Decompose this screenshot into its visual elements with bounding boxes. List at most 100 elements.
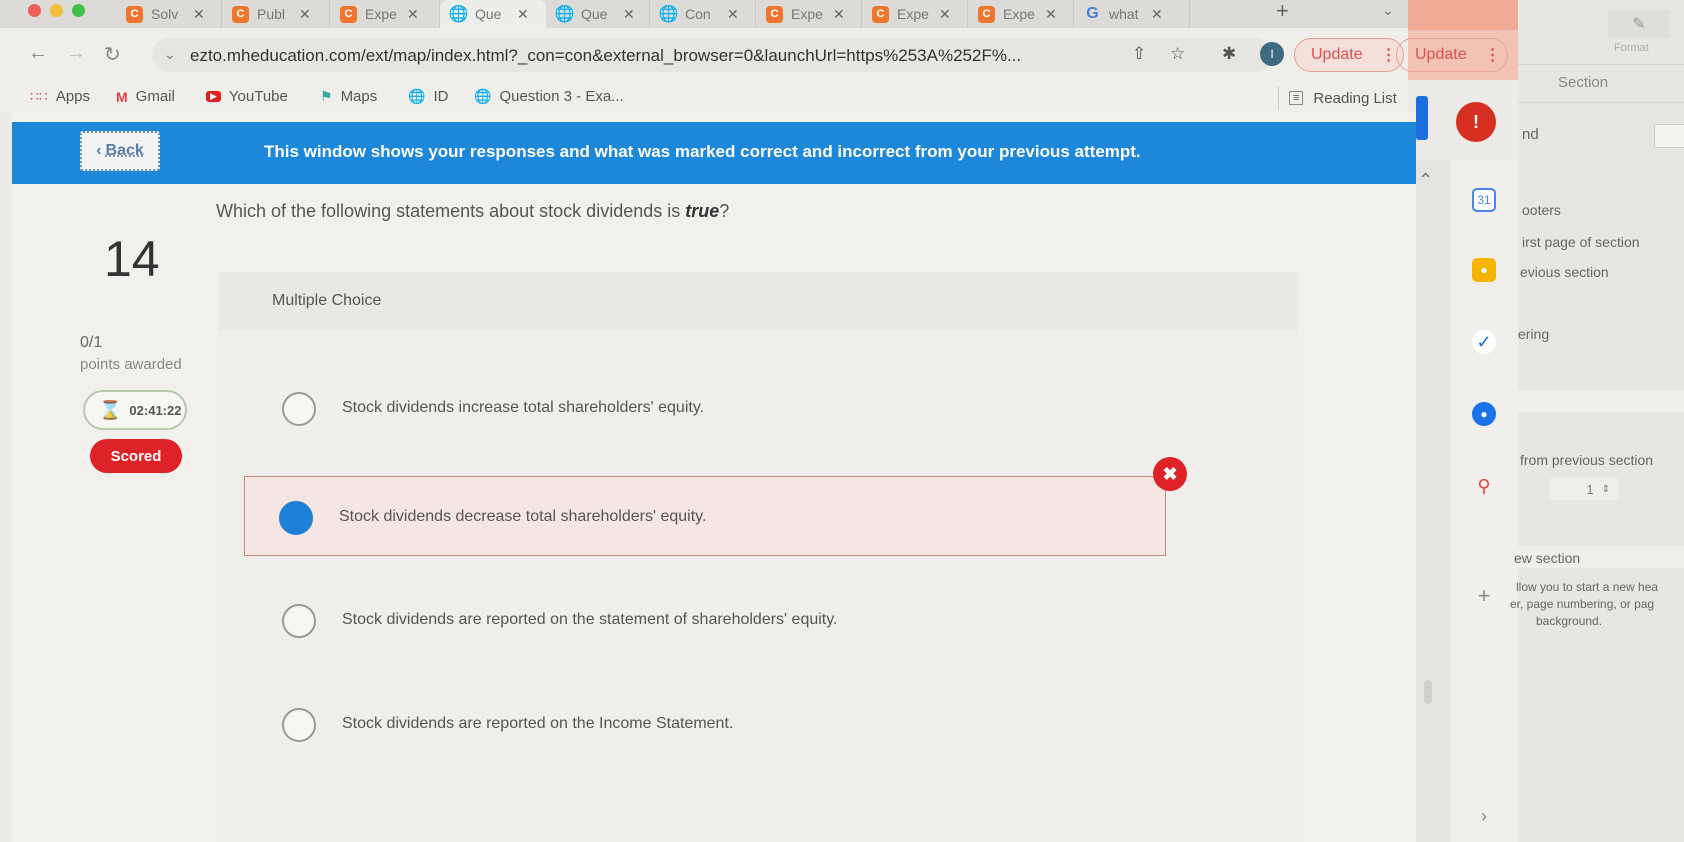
incorrect-x-icon: ✖ [1153,457,1187,491]
extensions-puzzle-icon[interactable]: ✱ [1222,44,1236,64]
bookmark-question-3[interactable]: 🌐 Question 3 - Exa... [474,88,624,105]
tab-bar: C Solv ✕ C Publ ✕ C Expe ✕ 🌐 Que ✕ 🌐 Que ✕ 🌐 Con ✕ C Expe ✕ C… [0,0,1408,28]
radio-button-selected[interactable] [279,501,313,535]
tab-title: Expe [897,6,929,22]
bookmarks-bar: ∷∷ Apps M Gmail ▶ YouTube ⚑ Maps 🌐 ID 🌐 Questi… [0,86,1408,112]
quiz-page: ‹ Back This window shows your responses … [12,112,1416,842]
site-info-chevron-icon[interactable]: ⌄ [164,46,176,63]
browser-tab[interactable]: 🌐 Con ✕ [650,0,756,28]
keep-icon[interactable]: ● [1472,258,1496,282]
browser-tab[interactable]: 🌐 Que ✕ [546,0,650,28]
chevron-right-icon[interactable]: › [1472,804,1496,828]
choice-text: Stock dividends are reported on the Inco… [342,715,734,732]
close-tab-icon[interactable]: ✕ [939,6,951,23]
bookmark-gmail[interactable]: M Gmail [116,88,175,105]
format-brush-icon[interactable]: ✎ [1608,10,1670,38]
maps-pin-icon[interactable]: ⚲ [1472,474,1496,498]
choice-text: Stock dividends increase total sharehold… [342,399,705,416]
tab-title: Que [581,6,608,22]
background-window-tabbar [1408,0,1524,30]
tab-title: Solv [151,6,179,22]
new-tab-button[interactable]: + [1276,0,1289,22]
share-icon[interactable]: ⇧ [1132,44,1146,64]
banner-message: This window shows your responses and wha… [264,142,1141,161]
bookmark-id[interactable]: 🌐 ID [408,88,448,105]
color-swatch[interactable] [1654,124,1684,148]
browser-tab[interactable]: C Solv ✕ [116,0,222,28]
browser-tab[interactable]: C Expe ✕ [862,0,968,28]
back-arrow-icon[interactable]: ← [28,42,48,65]
gmail-icon: M [116,88,128,105]
more-menu-icon: ⋮ [1484,47,1501,64]
background-blue-element [1416,96,1428,140]
points-label: points awarded [80,356,182,373]
maximize-window-button[interactable] [72,4,85,17]
contacts-icon[interactable]: ● [1472,402,1496,426]
browser-tab[interactable]: C Publ ✕ [222,0,330,28]
apps-grid-icon: ∷∷ [30,88,48,104]
page-scrollbar-track[interactable] [1416,160,1450,842]
chegg-icon: C [978,5,995,23]
tasks-icon[interactable]: ✓ [1472,330,1496,354]
reload-icon[interactable]: ↻ [104,42,121,67]
chegg-icon: C [766,5,783,23]
globe-icon: 🌐 [448,6,469,23]
url-text[interactable]: ezto.mheducation.com/ext/map/index.html?… [190,46,1021,66]
close-tab-icon[interactable]: ✕ [1045,6,1057,23]
close-window-button[interactable] [28,4,41,17]
scrollbar-thumb[interactable] [1424,680,1432,704]
chegg-icon: C [340,5,357,23]
section-tab[interactable]: Section [1558,74,1608,91]
start-number-stepper[interactable]: 1 ⇕ [1550,478,1618,500]
bookmark-maps[interactable]: ⚑ Maps [320,88,377,105]
question-number: 14 [104,231,160,287]
reading-list-button[interactable]: ≡ Reading List [1278,86,1397,110]
minimize-window-button[interactable] [50,4,63,17]
alert-icon[interactable]: ! [1456,102,1496,142]
choice-option-3[interactable]: Stock dividends are reported on the stat… [248,580,1238,660]
browser-tab[interactable]: C Expe ✕ [756,0,862,28]
close-tab-icon[interactable]: ✕ [193,6,205,23]
question-type-label: Multiple Choice [272,292,382,309]
stepper-arrows-icon[interactable]: ⇕ [1602,484,1610,495]
choice-option-2-incorrect[interactable]: Stock dividends decrease total sharehold… [244,476,1166,556]
multiple-choice-panel: Multiple Choice Stock dividends increase… [218,272,1298,842]
update-button[interactable]: Update ⋮ [1294,38,1404,72]
close-tab-icon[interactable]: ✕ [727,6,739,23]
tab-title: Que [475,6,502,22]
more-menu-icon: ⋮ [1380,47,1397,64]
close-tab-icon[interactable]: ✕ [299,6,311,23]
back-button[interactable]: ‹ Back [80,131,160,171]
radio-button[interactable] [282,604,316,638]
tab-search-chevron-icon[interactable]: ⌄ [1382,2,1394,19]
close-tab-icon[interactable]: ✕ [833,6,845,23]
update-label: Update [1311,46,1363,63]
browser-tab[interactable]: Gwhat ✕ [1074,0,1190,28]
calendar-icon[interactable]: 31 [1472,188,1496,212]
browser-tab[interactable]: C Expe ✕ [330,0,440,28]
bookmark-star-icon[interactable]: ☆ [1170,44,1185,64]
chegg-icon: C [872,5,889,23]
close-tab-icon[interactable]: ✕ [407,6,419,23]
close-tab-icon[interactable]: ✕ [517,6,529,23]
browser-tab[interactable]: C Expe ✕ [968,0,1074,28]
tab-title: Expe [365,6,397,22]
add-app-plus-icon[interactable]: + [1472,583,1496,608]
browser-tab[interactable]: 🌐 Que ✕ [440,0,546,28]
format-label: Format [1614,42,1649,54]
bookmark-apps[interactable]: ∷∷ Apps [30,88,90,105]
background-update-button[interactable]: Update ⋮ [1396,38,1508,72]
forward-arrow-icon[interactable]: → [66,42,86,65]
close-tab-icon[interactable]: ✕ [623,6,635,23]
choice-option-4[interactable]: Stock dividends are reported on the Inco… [248,684,1238,764]
close-tab-icon[interactable]: ✕ [1151,6,1163,23]
radio-button[interactable] [282,708,316,742]
globe-icon: 🌐 [554,6,575,23]
choice-option-1[interactable]: Stock dividends increase total sharehold… [248,368,1238,448]
profile-avatar[interactable]: I [1260,42,1284,66]
maps-icon: ⚑ [320,88,333,104]
chevron-up-icon[interactable]: ⌃ [1418,170,1433,191]
radio-button[interactable] [282,392,316,426]
globe-icon: 🌐 [408,88,426,104]
bookmark-youtube[interactable]: ▶ YouTube [206,88,288,105]
